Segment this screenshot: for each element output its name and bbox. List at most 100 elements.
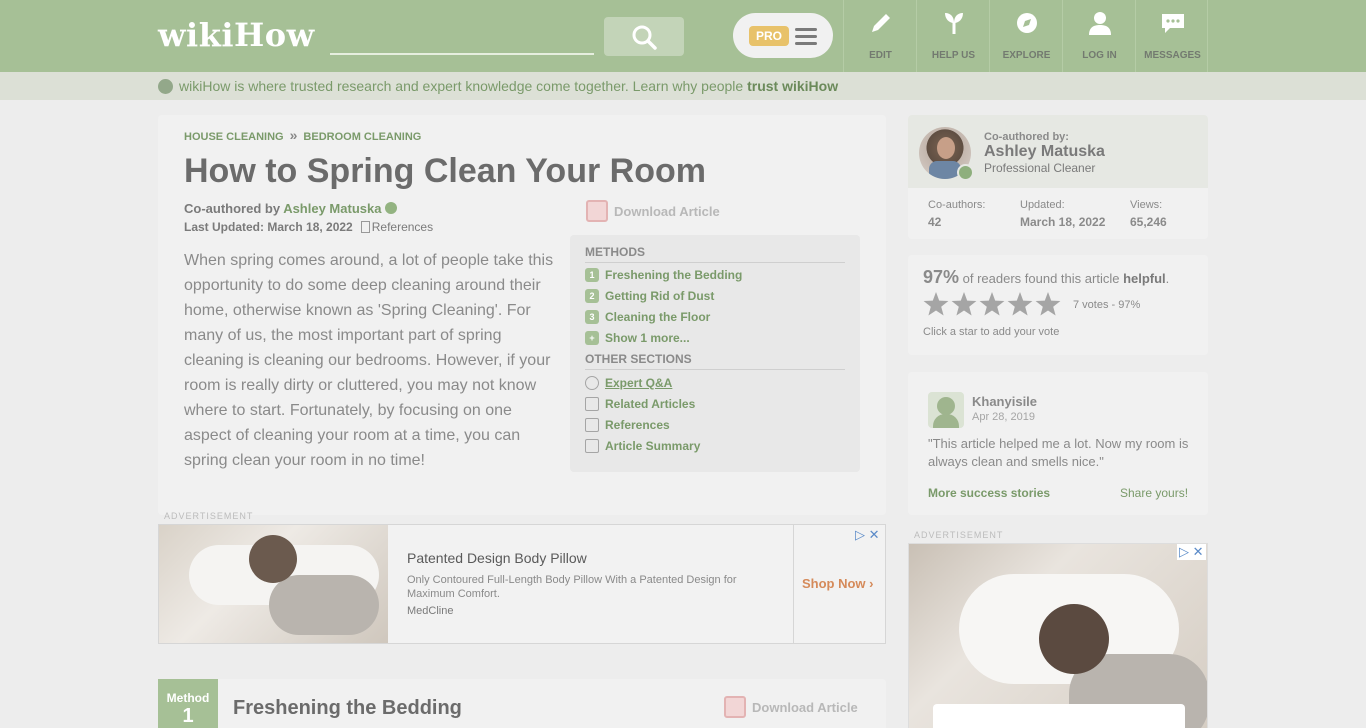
article-intro: When spring comes around, a lot of peopl… — [184, 252, 554, 469]
search-input[interactable] — [330, 53, 594, 55]
coauthor-line: Co-authored by Ashley Matuska — [184, 201, 398, 216]
testimonial-name: Khanyisile — [972, 394, 1038, 409]
verified-icon — [385, 202, 398, 214]
toc-method-3[interactable]: 3 Cleaning the Floor — [585, 310, 710, 324]
toc-show-more-label: Show 1 more... — [605, 331, 690, 345]
toc-show-more[interactable]: + Show 1 more... — [585, 331, 690, 345]
star-icon[interactable] — [923, 292, 949, 316]
star-icon[interactable] — [1007, 292, 1033, 316]
document-icon — [585, 397, 599, 411]
rating-card: 97% of readers found this article helpfu… — [908, 255, 1208, 355]
star-icon[interactable] — [979, 292, 1005, 316]
toc-method-label: Getting Rid of Dust — [605, 289, 715, 303]
nav-log-in-label: LOG IN — [1082, 50, 1117, 61]
chevron-right-icon: › — [869, 576, 874, 591]
stat-coauthors-value: 42 — [928, 215, 942, 229]
toc-methods-heading: METHODS — [585, 245, 845, 263]
nav-help-us[interactable]: HELP US — [916, 0, 989, 72]
testimonial-card: Khanyisile Apr 28, 2019 "This article he… — [908, 372, 1208, 515]
article-intro-card: HOUSE CLEANING » BEDROOM CLEANING How to S… — [158, 115, 886, 515]
site-header: wikiHow PRO EDIT HELP US EXPLORE LOG IN … — [0, 0, 1366, 72]
rating-summary: 97% of readers found this article helpfu… — [923, 267, 1169, 288]
rating-helpful: helpful — [1123, 271, 1166, 286]
pro-menu-button[interactable]: PRO — [733, 13, 833, 58]
nav-messages[interactable]: MESSAGES — [1135, 0, 1208, 72]
sprout-icon — [945, 13, 963, 34]
toc-related-articles[interactable]: Related Articles — [585, 397, 695, 411]
check-circle-icon — [158, 79, 173, 94]
toc-method-1[interactable]: 1 Freshening the Bedding — [585, 268, 742, 282]
breadcrumb-separator: » — [289, 127, 298, 143]
ad-shop-now-button[interactable]: Shop Now › — [802, 576, 874, 591]
stat-updated-value: March 18, 2022 — [1020, 215, 1106, 229]
toc-method-label: Freshening the Bedding — [605, 268, 743, 282]
rating-text-mid: of readers found this article — [959, 271, 1124, 286]
bookmark-icon — [360, 221, 370, 233]
download-article-button[interactable]: Download Article — [586, 200, 720, 222]
author-card: Co-authored by: Ashley Matuska Professio… — [908, 115, 1208, 239]
author-name[interactable]: Ashley Matuska — [984, 143, 1105, 161]
toc-article-summary[interactable]: Article Summary — [585, 439, 700, 453]
download-article-label: Download Article — [752, 700, 858, 715]
share-yours-link[interactable]: Share yours! — [1120, 486, 1188, 500]
ad-description: Only Contoured Full-Length Body Pillow W… — [407, 574, 737, 600]
toc-related-label: Related Articles — [605, 397, 696, 411]
nav-explore-label: EXPLORE — [1002, 50, 1051, 61]
testimonial-date: Apr 28, 2019 — [972, 411, 1035, 423]
coauthored-by-label: Co-authored by: — [984, 131, 1069, 143]
breadcrumb-house-cleaning[interactable]: HOUSE CLEANING — [184, 131, 284, 143]
ad-divider — [793, 525, 794, 643]
wikihow-logo[interactable]: wikiHow — [158, 16, 315, 54]
toc-expert-qa-label: Expert Q&A — [605, 376, 673, 390]
chat-icon — [1162, 14, 1184, 33]
references-link[interactable]: References — [372, 220, 433, 234]
rating-period: . — [1165, 271, 1170, 286]
toc-method-label: Cleaning the Floor — [605, 310, 711, 324]
star-icon[interactable] — [951, 292, 977, 316]
breadcrumb-bedroom-cleaning[interactable]: BEDROOM CLEANING — [303, 131, 421, 143]
coauthored-prefix: Co-authored by — [184, 201, 284, 216]
toc-references[interactable]: References — [585, 418, 670, 432]
method-number: 1 — [182, 705, 194, 727]
coauthor-link[interactable]: Ashley Matuska — [283, 201, 381, 216]
star-rating[interactable] — [923, 291, 1063, 324]
last-updated-label: Last Updated: — [184, 220, 268, 234]
download-article-label: Download Article — [614, 204, 720, 219]
ad-cta-label: Shop Now — [802, 576, 866, 591]
stat-updated-label: Updated: — [1020, 199, 1065, 211]
ad-close-icon[interactable]: ▷ ✕ — [855, 527, 880, 543]
stat-coauthors-label: Co-authors: — [928, 199, 986, 211]
nav-explore[interactable]: EXPLORE — [989, 0, 1062, 72]
ad-close-icon[interactable]: ▷ ✕ — [1177, 544, 1206, 560]
pro-badge: PRO — [749, 26, 789, 46]
sidebar-ad[interactable]: ▷ ✕ — [908, 543, 1208, 728]
more-success-stories-link[interactable]: More success stories — [928, 486, 1050, 500]
toc-method-number: 3 — [585, 310, 599, 324]
nav-edit[interactable]: EDIT — [843, 0, 916, 72]
ad-banner[interactable]: Patented Design Body Pillow Only Contour… — [158, 524, 886, 644]
last-updated-line: Last Updated: March 18, 2022 References — [184, 220, 433, 234]
toc-method-number: 1 — [585, 268, 599, 282]
toc-method-number: 2 — [585, 289, 599, 303]
toc-expert-qa[interactable]: Expert Q&A — [585, 376, 672, 390]
compass-icon — [1017, 13, 1037, 33]
advertisement-label: ADVERTISEMENT — [164, 511, 254, 521]
hamburger-icon — [795, 28, 817, 45]
vote-hint: Click a star to add your vote — [923, 326, 1060, 338]
summary-icon — [585, 439, 599, 453]
download-article-button[interactable]: Download Article — [724, 696, 858, 718]
ad-title[interactable]: Patented Design Body Pillow — [407, 550, 587, 566]
stat-views-value: 65,246 — [1130, 215, 1167, 229]
search-button[interactable] — [604, 17, 684, 56]
ad-brand: MedCline — [407, 605, 454, 617]
method-title: Freshening the Bedding — [233, 697, 462, 719]
trust-text: wikiHow is where trusted research and ex… — [179, 78, 838, 94]
toc-method-2[interactable]: 2 Getting Rid of Dust — [585, 289, 714, 303]
advertisement-label: ADVERTISEMENT — [914, 530, 1004, 540]
breadcrumb: HOUSE CLEANING » BEDROOM CLEANING — [184, 127, 421, 143]
logo-how: How — [234, 16, 315, 54]
star-icon[interactable] — [1035, 292, 1061, 316]
trust-wikihow-link[interactable]: trust wikiHow — [747, 78, 838, 94]
ad-image[interactable] — [159, 525, 388, 643]
nav-log-in[interactable]: LOG IN — [1062, 0, 1135, 72]
